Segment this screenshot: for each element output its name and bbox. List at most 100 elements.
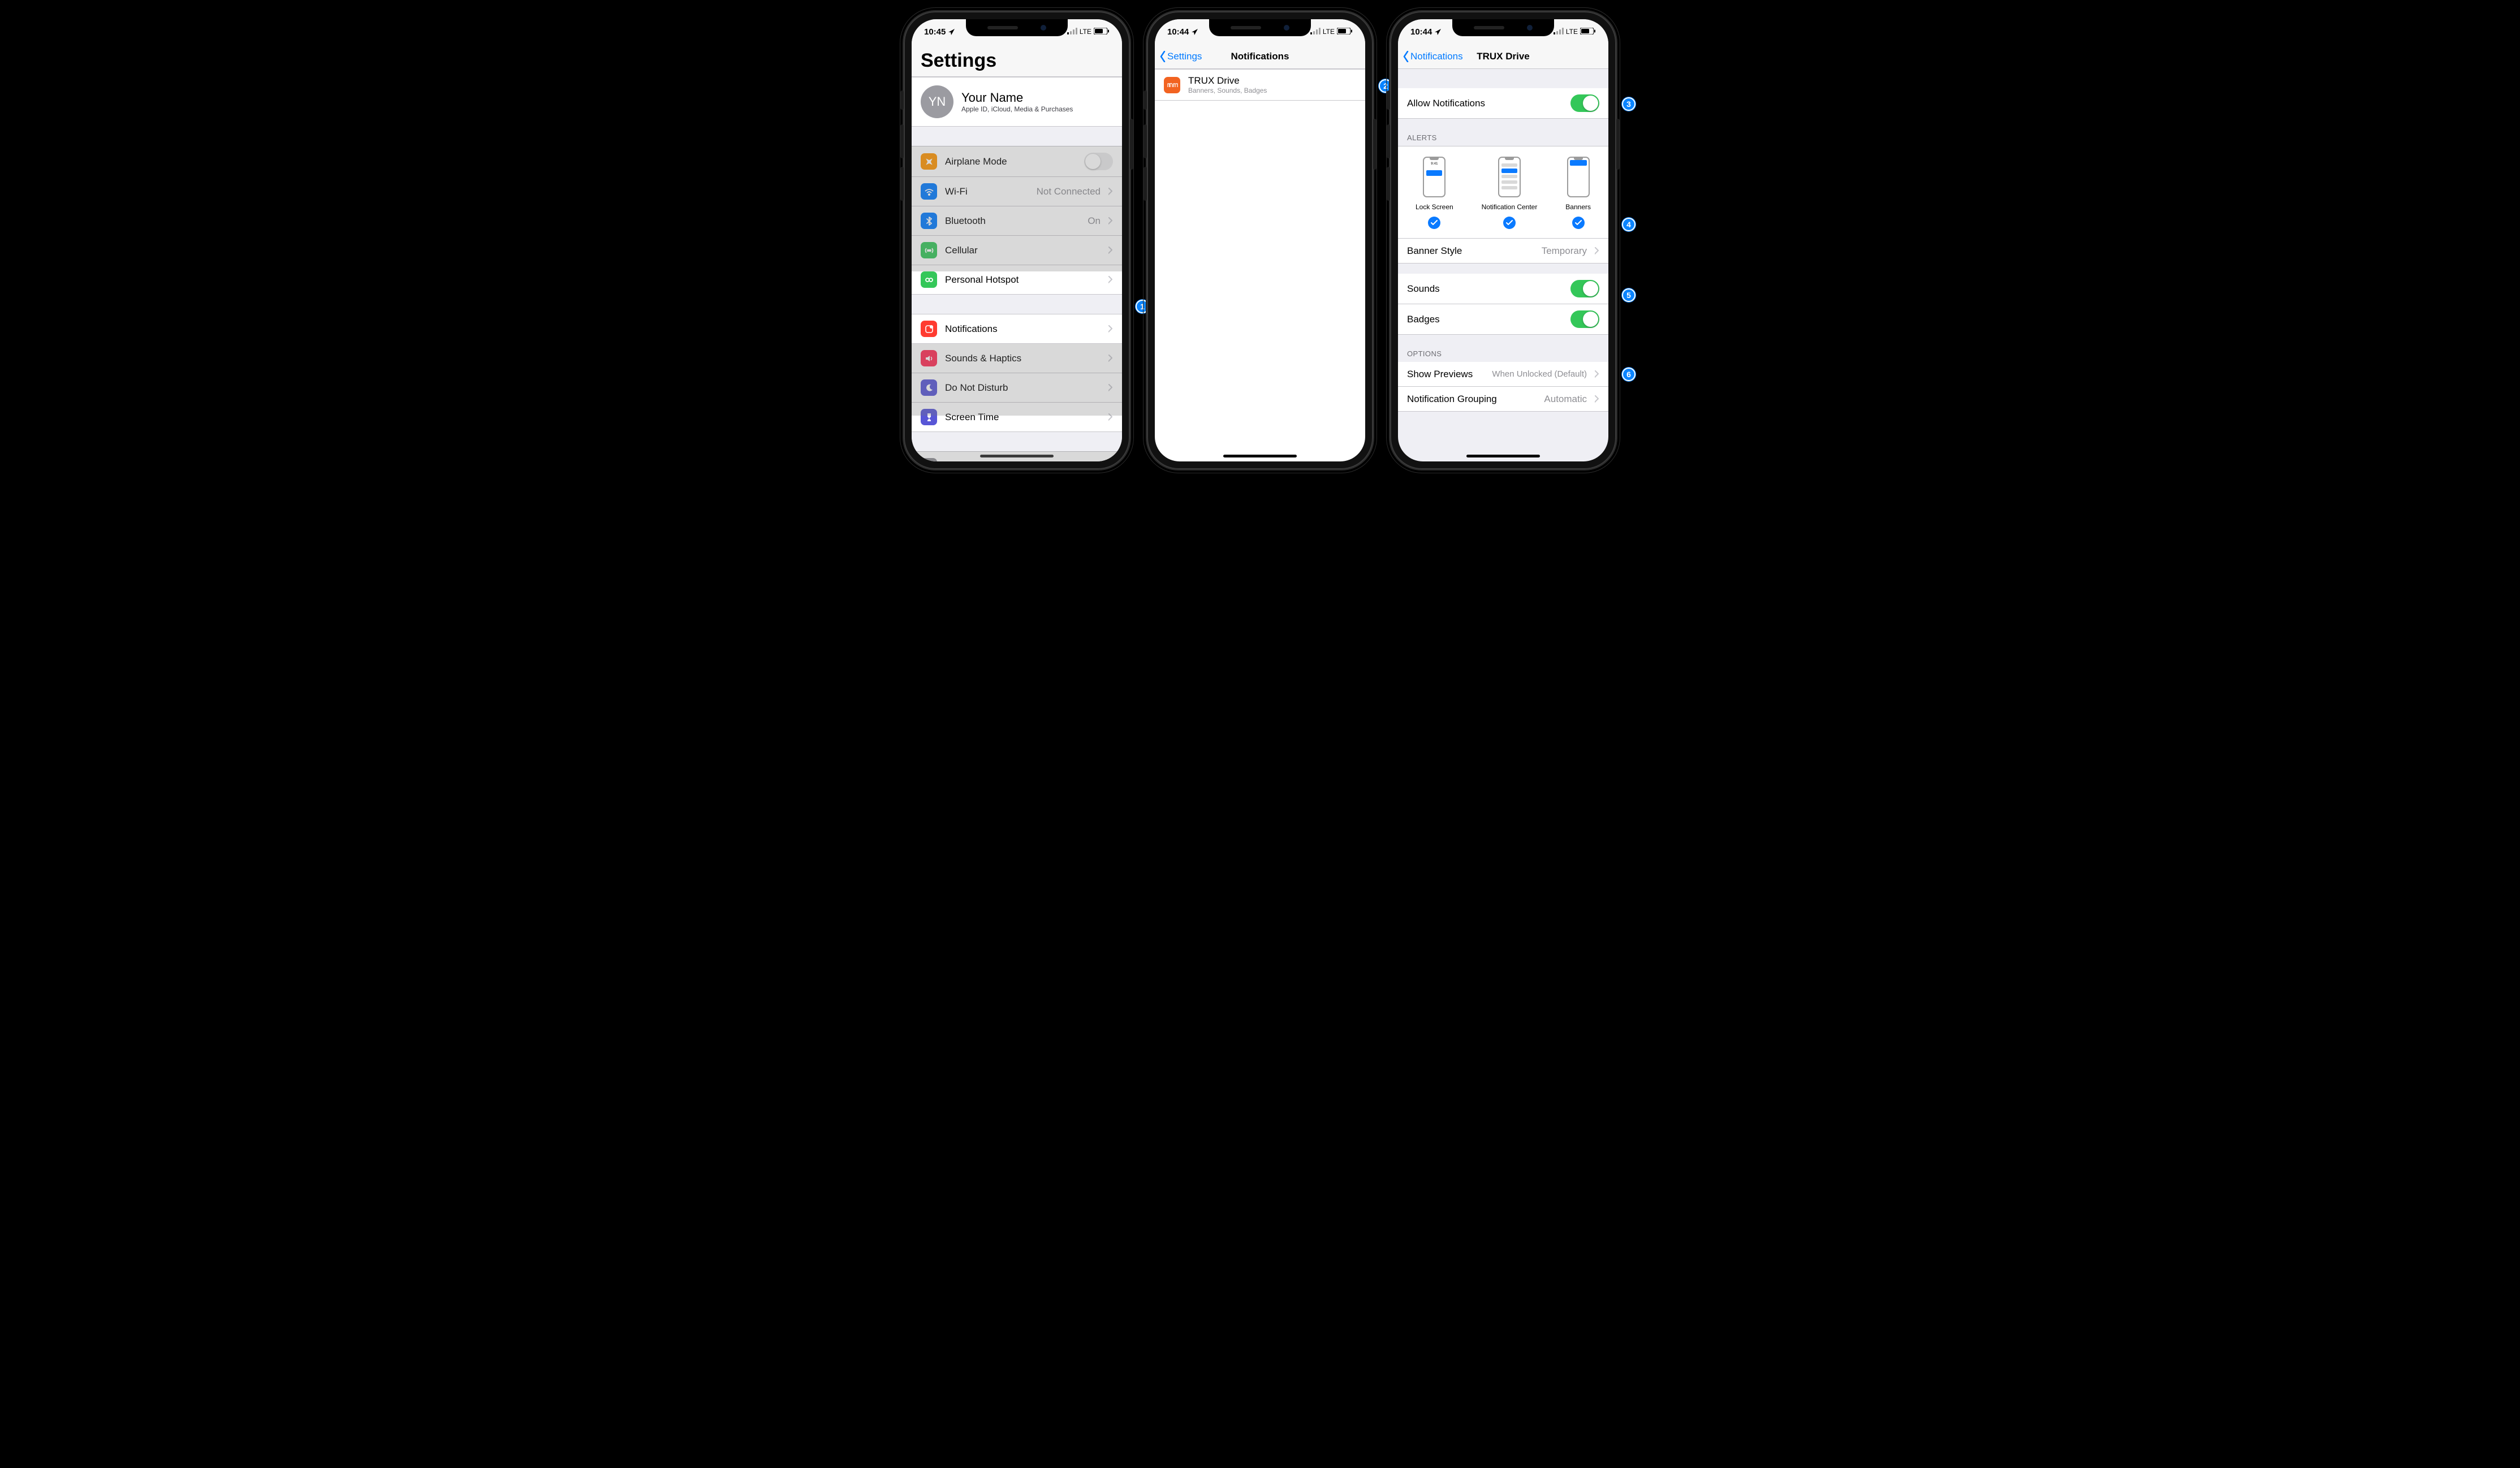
back-label: Notifications	[1410, 51, 1463, 62]
volume-down	[1144, 167, 1147, 201]
general-label: General	[945, 461, 1101, 462]
status-time: 10:44	[1167, 27, 1189, 37]
banner-style-row[interactable]: Banner Style Temporary	[1398, 238, 1608, 263]
allow-label: Allow Notifications	[1407, 98, 1563, 109]
phone-frame-3: 10:44 LTE Notifications TRUX Drive Allow…	[1390, 11, 1616, 469]
alert-lock-screen[interactable]: 9:41 Lock Screen	[1416, 157, 1453, 229]
side-button	[1130, 119, 1133, 170]
chevron-right-icon	[1108, 247, 1113, 254]
wifi-label: Wi-Fi	[945, 186, 1029, 197]
mute-switch	[900, 90, 904, 110]
sounds-toggle[interactable]	[1570, 280, 1599, 297]
notch	[966, 19, 1068, 36]
bluetooth-row[interactable]: Bluetooth On	[912, 206, 1122, 236]
mute-switch	[1387, 90, 1390, 110]
chevron-right-icon	[1108, 325, 1113, 333]
chevron-right-icon	[1595, 370, 1599, 378]
app-detail: Banners, Sounds, Badges	[1188, 87, 1348, 94]
chevron-right-icon	[1595, 247, 1599, 254]
badges-toggle[interactable]	[1570, 310, 1599, 328]
network-label: LTE	[1080, 28, 1091, 36]
home-indicator[interactable]	[1466, 455, 1540, 457]
show-previews-value: When Unlocked (Default)	[1492, 369, 1587, 379]
badges-row: Badges	[1398, 304, 1608, 335]
phone-frame-2: 10:44 LTE Settings Notifications TRUX Dr…	[1147, 11, 1373, 469]
show-previews-row[interactable]: Show Previews When Unlocked (Default)	[1398, 362, 1608, 387]
screentime-icon	[921, 409, 937, 425]
alert-banners[interactable]: Banners	[1565, 157, 1591, 229]
hotspot-icon	[921, 271, 937, 288]
screen-notifications-list: 10:44 LTE Settings Notifications TRUX Dr…	[1155, 19, 1365, 461]
notification-grouping-row[interactable]: Notification Grouping Automatic	[1398, 387, 1608, 412]
back-label: Settings	[1167, 51, 1202, 62]
chevron-right-icon	[1108, 276, 1113, 283]
alert-banners-label: Banners	[1565, 203, 1591, 211]
network-label: LTE	[1323, 28, 1335, 36]
cellular-label: Cellular	[945, 245, 1101, 256]
location-icon	[1191, 28, 1198, 36]
badges-label: Badges	[1407, 314, 1563, 325]
chevron-right-icon	[1595, 395, 1599, 403]
airplane-toggle[interactable]	[1084, 153, 1113, 170]
chevron-right-icon	[1108, 217, 1113, 224]
sounds-row[interactable]: Sounds & Haptics	[912, 344, 1122, 373]
chevron-right-icon	[1108, 384, 1113, 391]
check-icon[interactable]	[1503, 217, 1516, 229]
sounds-icon	[921, 350, 937, 366]
screentime-row[interactable]: Screen Time	[912, 403, 1122, 432]
battery-icon	[1337, 28, 1353, 36]
banner-style-label: Banner Style	[1407, 245, 1534, 257]
grouping-value: Automatic	[1544, 394, 1587, 405]
airplane-mode-row[interactable]: Airplane Mode	[912, 146, 1122, 177]
nav-title: Notifications	[1231, 51, 1289, 62]
navbar: Notifications TRUX Drive	[1398, 44, 1608, 69]
hotspot-row[interactable]: Personal Hotspot	[912, 265, 1122, 295]
dnd-row[interactable]: Do Not Disturb	[912, 373, 1122, 403]
navbar: Settings Notifications	[1155, 44, 1365, 69]
status-time: 10:45	[924, 27, 946, 37]
check-icon[interactable]	[1428, 217, 1440, 229]
location-icon	[1434, 28, 1442, 36]
sounds-label: Sounds	[1407, 283, 1563, 295]
network-label: LTE	[1566, 28, 1578, 36]
wifi-row[interactable]: Wi-Fi Not Connected	[912, 177, 1122, 206]
allow-toggle[interactable]	[1570, 94, 1599, 112]
chevron-right-icon	[1108, 413, 1113, 421]
notifications-row[interactable]: Notifications	[912, 314, 1122, 344]
bluetooth-icon	[921, 213, 937, 229]
app-icon	[1164, 77, 1180, 93]
options-header: OPTIONS	[1398, 335, 1608, 362]
side-button	[1373, 119, 1376, 170]
battery-icon	[1094, 28, 1110, 36]
notch	[1209, 19, 1311, 36]
screen-settings: 10:45 LTE Settings YN Your Name Apple ID…	[912, 19, 1122, 461]
alert-notification-center[interactable]: Notification Center	[1482, 157, 1538, 229]
home-indicator[interactable]	[1223, 455, 1297, 457]
alerts-header: ALERTS	[1398, 119, 1608, 146]
cellular-row[interactable]: Cellular	[912, 236, 1122, 265]
back-button[interactable]: Notifications	[1403, 44, 1463, 68]
volume-up	[1144, 124, 1147, 158]
chevron-right-icon	[1108, 355, 1113, 362]
allow-notifications-row: Allow Notifications	[1398, 88, 1608, 119]
grouping-label: Notification Grouping	[1407, 394, 1536, 405]
apple-id-row[interactable]: YN Your Name Apple ID, iCloud, Media & P…	[912, 77, 1122, 127]
check-icon[interactable]	[1572, 217, 1585, 229]
chevron-right-icon	[1108, 188, 1113, 195]
home-indicator[interactable]	[980, 455, 1054, 457]
lock-screen-preview-icon: 9:41	[1423, 157, 1445, 197]
screen-app-notifications: 10:44 LTE Notifications TRUX Drive Allow…	[1398, 19, 1608, 461]
callout-3: 3	[1622, 97, 1636, 111]
app-notifications-row[interactable]: TRUX Drive Banners, Sounds, Badges	[1155, 69, 1365, 101]
back-button[interactable]: Settings	[1159, 44, 1202, 68]
hotspot-label: Personal Hotspot	[945, 274, 1101, 286]
volume-up	[1387, 124, 1390, 158]
nav-title: TRUX Drive	[1477, 51, 1530, 62]
sounds-row: Sounds	[1398, 274, 1608, 304]
signal-icon	[1310, 28, 1321, 36]
banner-preview-icon	[1567, 157, 1590, 197]
account-name: Your Name	[961, 90, 1105, 105]
wifi-value: Not Connected	[1037, 186, 1101, 197]
volume-down	[900, 167, 904, 201]
notifications-label: Notifications	[945, 323, 1101, 335]
